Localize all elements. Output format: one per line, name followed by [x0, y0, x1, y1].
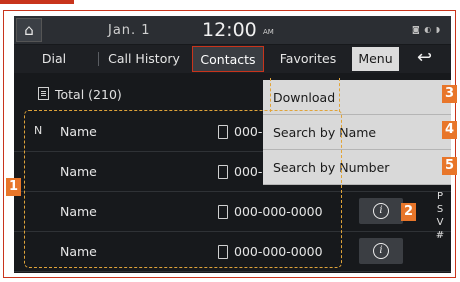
info-button[interactable]: i: [359, 198, 403, 224]
home-button[interactable]: ⌂: [16, 18, 42, 42]
back-icon: ↩: [416, 47, 433, 68]
menu-button[interactable]: Menu: [352, 47, 399, 71]
info-button[interactable]: i: [359, 238, 403, 264]
tab-dial[interactable]: Dial: [14, 46, 94, 72]
contacts-total: Total (210): [38, 87, 122, 102]
status-icons: ◙ ◐ ◗: [411, 25, 441, 34]
status-ampm: AM: [263, 28, 274, 36]
tab-favorites[interactable]: Favorites: [268, 46, 348, 72]
status-bar: ⌂ Jan. 1 12:00 AM ◙ ◐ ◗: [14, 16, 451, 44]
tab-divider: [98, 52, 99, 66]
home-icon: ⌂: [24, 21, 34, 39]
callout-leader-line: [339, 78, 340, 112]
contacts-list-highlight: [24, 110, 342, 268]
callout-badge-3: 3: [442, 85, 457, 103]
total-label: Total (210): [55, 87, 122, 102]
index-p[interactable]: P: [429, 190, 451, 203]
index-v[interactable]: V: [429, 216, 451, 229]
index-s[interactable]: S: [429, 203, 451, 216]
back-button[interactable]: ↩: [402, 47, 447, 71]
tab-contacts[interactable]: Contacts: [192, 46, 264, 72]
callout-badge-5: 5: [442, 157, 457, 175]
header-accent-bar: [0, 0, 74, 4]
callout-badge-4: 4: [442, 121, 457, 139]
callout-badge-2: 2: [401, 203, 416, 221]
callout-leader-line: [270, 78, 271, 112]
info-icon: i: [373, 243, 389, 259]
tab-bar: Dial Call History Contacts Favorites Men…: [14, 45, 451, 73]
tab-call-history[interactable]: Call History: [100, 46, 188, 72]
status-date: Jan. 1: [108, 23, 151, 38]
status-time: 12:00: [202, 19, 257, 41]
alphabet-index[interactable]: P S V #: [429, 190, 451, 242]
list-icon: [38, 87, 49, 100]
callout-badge-1: 1: [6, 178, 21, 196]
info-icon: i: [373, 203, 389, 219]
index-hash[interactable]: #: [429, 229, 451, 242]
